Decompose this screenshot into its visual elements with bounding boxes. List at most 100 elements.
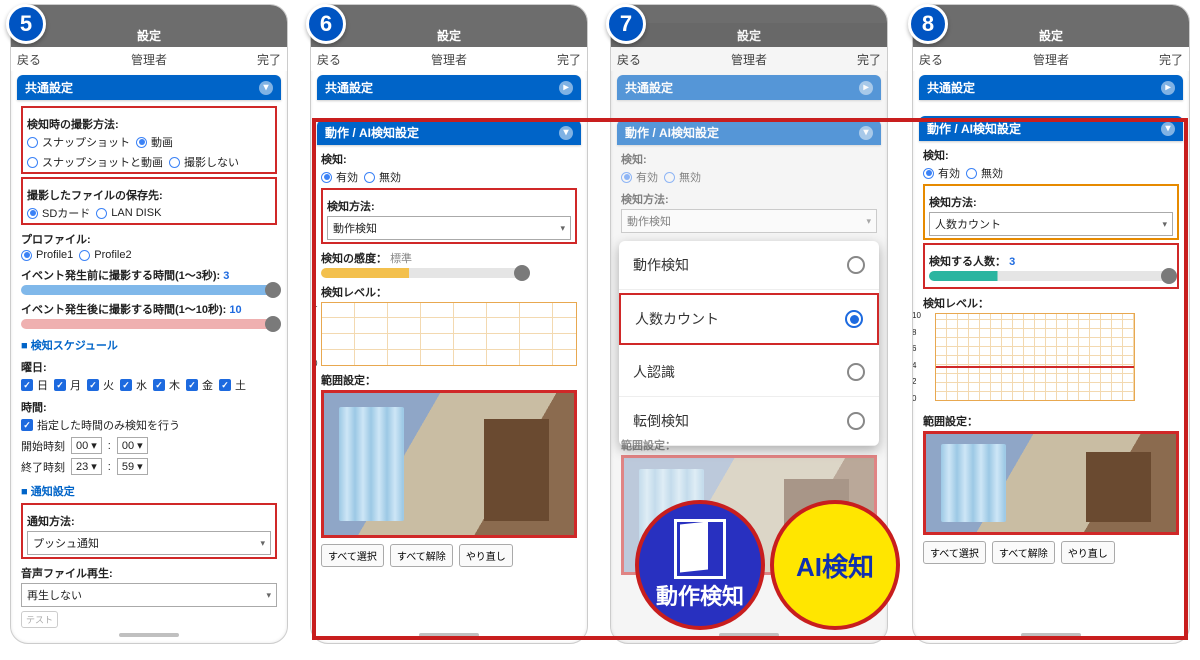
profile-label: プロファイル: xyxy=(21,231,277,247)
check-time-restrict[interactable]: ✓指定した時間のみ検知を行う xyxy=(21,417,180,433)
section-common[interactable]: 共通設定▾ xyxy=(17,75,281,100)
back-button[interactable]: 戻る xyxy=(311,51,347,68)
check-tue[interactable]: ✓火 xyxy=(87,377,114,393)
check-mon[interactable]: ✓月 xyxy=(54,377,81,393)
radio-profile2[interactable]: Profile2 xyxy=(79,249,131,261)
method-label: 検知方法: xyxy=(929,194,1173,210)
clear-all-button[interactable]: すべて解除 xyxy=(390,544,453,567)
check-fri[interactable]: ✓金 xyxy=(186,377,213,393)
chevron-down-icon: ▾ xyxy=(559,126,573,140)
sound-select[interactable]: 再生しない▾ xyxy=(21,583,277,607)
step-badge-6: 6 xyxy=(306,4,346,44)
phone-8: 設定 戻る 管理者 完了 共通設定▸ 動作 / AI検知設定▾ 検知: 有効 無… xyxy=(912,4,1190,644)
gesture-bar xyxy=(1021,633,1081,637)
sens-slider[interactable] xyxy=(321,268,526,278)
radio-sd[interactable]: SDカード xyxy=(27,205,90,221)
section-common-collapsed[interactable]: 共通設定▸ xyxy=(919,75,1183,100)
level-chart-small xyxy=(935,313,1135,401)
camera-preview[interactable] xyxy=(321,390,577,538)
nav-admin: 管理者 xyxy=(347,51,551,68)
section-common-collapsed[interactable]: 共通設定▸ xyxy=(317,75,581,100)
pre-time-slider[interactable] xyxy=(21,285,277,295)
capture-method-label: 検知時の撮影方法: xyxy=(27,116,271,132)
time-label: 時間: xyxy=(21,399,277,415)
radio-snapshot[interactable]: スナップショット xyxy=(27,134,130,150)
sens-label: 検知の感度： 標準 xyxy=(321,250,577,266)
check-wed[interactable]: ✓水 xyxy=(120,377,147,393)
motion-ai-content: 検知: 有効 無効 検知方法: 動作検知▾ 検知の感度： 標準 検知レベル： 1… xyxy=(311,151,587,571)
section-common-dim: 共通設定▸ xyxy=(617,75,881,100)
radio-enabled[interactable]: 有効 xyxy=(321,169,358,185)
clear-all-button[interactable]: すべて解除 xyxy=(992,541,1055,564)
gesture-bar xyxy=(119,633,179,637)
option-count[interactable]: 人数カウント xyxy=(619,293,879,345)
done-button[interactable]: 完了 xyxy=(251,51,287,68)
notify-method-label: 通知方法: xyxy=(27,513,271,529)
select-all-button[interactable]: すべて選択 xyxy=(321,544,384,567)
option-motion[interactable]: 動作検知 xyxy=(619,241,879,290)
radio-disabled[interactable]: 無効 xyxy=(364,169,401,185)
end-time-label: 終了時刻 xyxy=(21,459,65,475)
radio-profile1[interactable]: Profile1 xyxy=(21,249,73,261)
back-button[interactable]: 戻る xyxy=(913,51,949,68)
done-button[interactable]: 完了 xyxy=(1153,51,1189,68)
check-sat[interactable]: ✓土 xyxy=(219,377,246,393)
gesture-bar xyxy=(719,633,779,637)
post-time-slider[interactable] xyxy=(21,319,277,329)
highlight-method-orange: 検知方法: 人数カウント▾ xyxy=(923,184,1179,240)
notify-heading: ■ 通知設定 xyxy=(21,483,277,499)
select-all-button[interactable]: すべて選択 xyxy=(923,541,986,564)
chevron-down-icon: ▾ xyxy=(259,81,273,95)
highlight-save-dest: 撮影したファイルの保存先: SDカード LAN DISK xyxy=(21,177,277,225)
area-label: 範囲設定： xyxy=(321,372,577,388)
area-label: 範囲設定： xyxy=(923,413,1179,429)
method-select[interactable]: 人数カウント▾ xyxy=(929,212,1173,236)
window-title: 設定 xyxy=(913,23,1189,47)
step-badge-8: 8 xyxy=(908,4,948,44)
section-motion-ai-dim: 動作 / AI検知設定▾ xyxy=(617,120,881,145)
pre-time-label: イベント発生前に撮影する時間(1～3秒): 3 xyxy=(21,267,277,283)
redo-button[interactable]: やり直し xyxy=(1061,541,1115,564)
radio-none[interactable]: 撮影しない xyxy=(169,154,239,170)
radio-movie[interactable]: 動画 xyxy=(136,134,173,150)
check-thu[interactable]: ✓木 xyxy=(153,377,180,393)
radio-enabled[interactable]: 有効 xyxy=(923,165,960,181)
camera-preview[interactable] xyxy=(923,431,1179,535)
check-sun[interactable]: ✓日 xyxy=(21,377,48,393)
radio-disabled[interactable]: 無効 xyxy=(966,165,1003,181)
done-button[interactable]: 完了 xyxy=(551,51,587,68)
section-motion-ai[interactable]: 動作 / AI検知設定▾ xyxy=(919,116,1183,141)
section-motion-ai[interactable]: 動作 / AI検知設定▾ xyxy=(317,120,581,145)
option-person[interactable]: 人認識 xyxy=(619,348,879,397)
end-min-select[interactable]: 59▾ xyxy=(117,458,148,475)
window-title: 設定 xyxy=(11,23,287,47)
end-hour-select[interactable]: 23▾ xyxy=(71,458,102,475)
dow-row: ✓日 ✓月 ✓火 ✓水 ✓木 ✓金 ✓土 xyxy=(21,377,277,393)
motion-ai-content: 検知: 有効 無効 検知方法: 人数カウント▾ 検知する人数： 3 検知レベル：… xyxy=(913,147,1189,568)
method-picker-sheet: 動作検知 人数カウント 人認識 転倒検知 xyxy=(619,241,879,446)
detect-label: 検知: xyxy=(321,151,577,167)
notify-method-select[interactable]: プッシュ通知▾ xyxy=(27,531,271,555)
method-select[interactable]: 動作検知▾ xyxy=(327,216,571,240)
count-slider[interactable] xyxy=(929,271,1173,281)
radio-lan[interactable]: LAN DISK xyxy=(96,207,161,219)
bg-content-dim: 検知: 有効 無効 検知方法: 動作検知▾ xyxy=(611,151,887,237)
level-axis-0: 0 xyxy=(313,359,317,368)
phone-6: 設定 戻る 管理者 完了 共通設定▸ 動作 / AI検知設定▾ 検知: 有効 無… xyxy=(310,4,588,644)
highlight-method: 検知方法: 動作検知▾ xyxy=(321,188,577,244)
chevron-right-icon: ▸ xyxy=(1161,81,1175,95)
nav-bar: 戻る 管理者 完了 xyxy=(311,47,587,71)
status-bar xyxy=(611,5,887,23)
back-button[interactable]: 戻る xyxy=(11,51,47,68)
radio-snap-movie[interactable]: スナップショットと動画 xyxy=(27,154,163,170)
nav-bar: 戻る 管理者 完了 xyxy=(913,47,1189,71)
test-button[interactable]: テスト xyxy=(21,611,58,628)
stamp-motion: 動作検知 xyxy=(635,500,765,630)
start-min-select[interactable]: 00▾ xyxy=(117,437,148,454)
schedule-heading: ■ 検知スケジュール xyxy=(21,337,277,353)
status-bar xyxy=(913,5,1189,23)
save-dest-label: 撮影したファイルの保存先: xyxy=(27,187,271,203)
redo-button[interactable]: やり直し xyxy=(459,544,513,567)
window-title: 設定 xyxy=(311,23,587,47)
start-hour-select[interactable]: 00▾ xyxy=(71,437,102,454)
